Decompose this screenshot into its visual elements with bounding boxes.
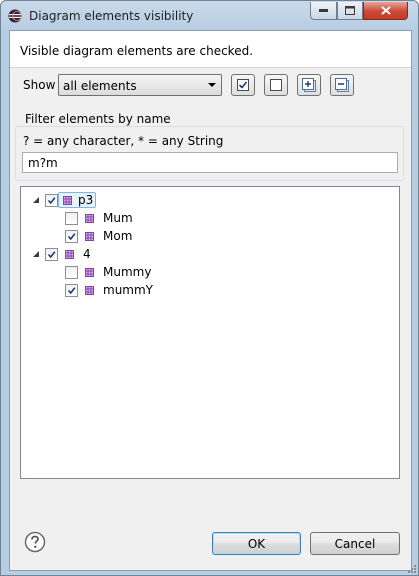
tree-row[interactable]: Mum — [65, 209, 136, 227]
expand-all-button[interactable] — [297, 74, 321, 96]
message-area: Visible diagram elements are checked. — [10, 31, 411, 68]
tree-row[interactable]: p3 — [31, 191, 97, 209]
chevron-down-icon — [208, 83, 216, 87]
show-dropdown[interactable]: all elements — [58, 74, 222, 96]
tree-checkbox[interactable] — [45, 193, 58, 207]
filter-group-title: Filter elements by name — [23, 112, 173, 126]
dialog-client: Visible diagram elements are checked. Sh… — [9, 30, 412, 571]
tree-expander[interactable] — [31, 195, 41, 205]
maximize-button[interactable] — [337, 2, 363, 20]
checkmark-icon — [67, 286, 76, 294]
class-icon — [85, 285, 94, 295]
tree-item-label: 4 — [83, 247, 91, 261]
expanded-triangle-icon — [33, 251, 39, 257]
eclipse-icon — [8, 9, 22, 23]
tree-row[interactable]: Mummy — [65, 263, 154, 281]
show-label: Show — [23, 78, 56, 92]
show-dropdown-value: all elements — [63, 79, 137, 93]
window-title: Diagram elements visibility — [29, 9, 194, 23]
tree-checkbox[interactable] — [65, 211, 78, 225]
tree-item-selected[interactable]: p3 — [58, 192, 97, 208]
tree-expander[interactable] — [31, 249, 41, 259]
elements-tree[interactable]: p3 Mum Mom 4 Mummy mummY — [20, 186, 400, 479]
tree-item-label: Mom — [103, 229, 133, 243]
maximize-icon — [345, 6, 355, 15]
tree-checkbox[interactable] — [65, 229, 78, 243]
resize-grip-icon[interactable] — [405, 562, 417, 574]
check-all-button[interactable] — [231, 74, 255, 96]
tree-item-label: Mummy — [103, 265, 152, 279]
expanded-triangle-icon — [33, 197, 39, 203]
minimize-button[interactable] — [310, 2, 337, 20]
class-icon — [85, 231, 94, 241]
close-button[interactable] — [363, 2, 408, 20]
collapse-all-button[interactable] — [330, 74, 354, 96]
tree-item-label: p3 — [78, 193, 94, 207]
tree-row[interactable]: mummY — [65, 281, 156, 299]
cancel-button-label: Cancel — [334, 536, 376, 551]
tree-checkbox[interactable] — [65, 265, 78, 279]
checkmark-icon — [47, 250, 56, 258]
filter-hint: ? = any character, * = any String — [23, 134, 224, 148]
uncheck-all-button[interactable] — [264, 74, 288, 96]
ok-button[interactable]: OK — [212, 532, 301, 555]
tree-item-label: Mum — [103, 211, 133, 225]
package-icon — [65, 249, 74, 259]
filter-input[interactable] — [22, 152, 398, 173]
close-icon — [380, 6, 391, 15]
class-icon — [85, 213, 94, 223]
tree-checkbox[interactable] — [45, 247, 58, 261]
checkmark-icon — [67, 232, 76, 240]
tree-item-label: mummY — [103, 283, 154, 297]
checkmark-icon — [47, 196, 56, 204]
tree-row[interactable]: Mom — [65, 227, 135, 245]
dialog-window: Diagram elements visibility Visible diag… — [0, 0, 419, 576]
tree-checkbox[interactable] — [65, 283, 78, 297]
checkbox-checked-icon — [237, 79, 249, 91]
class-icon — [85, 267, 94, 277]
checkbox-empty-icon — [270, 79, 282, 91]
dialog-message: Visible diagram elements are checked. — [20, 44, 254, 58]
cancel-button[interactable]: Cancel — [310, 532, 400, 555]
ok-button-label: OK — [247, 536, 266, 551]
minimize-icon — [319, 9, 328, 12]
minus-box-icon — [335, 78, 349, 92]
title-bar[interactable]: Diagram elements visibility — [1, 1, 418, 29]
help-icon[interactable] — [24, 531, 46, 553]
package-icon — [63, 195, 72, 205]
plus-box-icon — [302, 78, 316, 92]
tree-row[interactable]: 4 — [31, 245, 94, 263]
